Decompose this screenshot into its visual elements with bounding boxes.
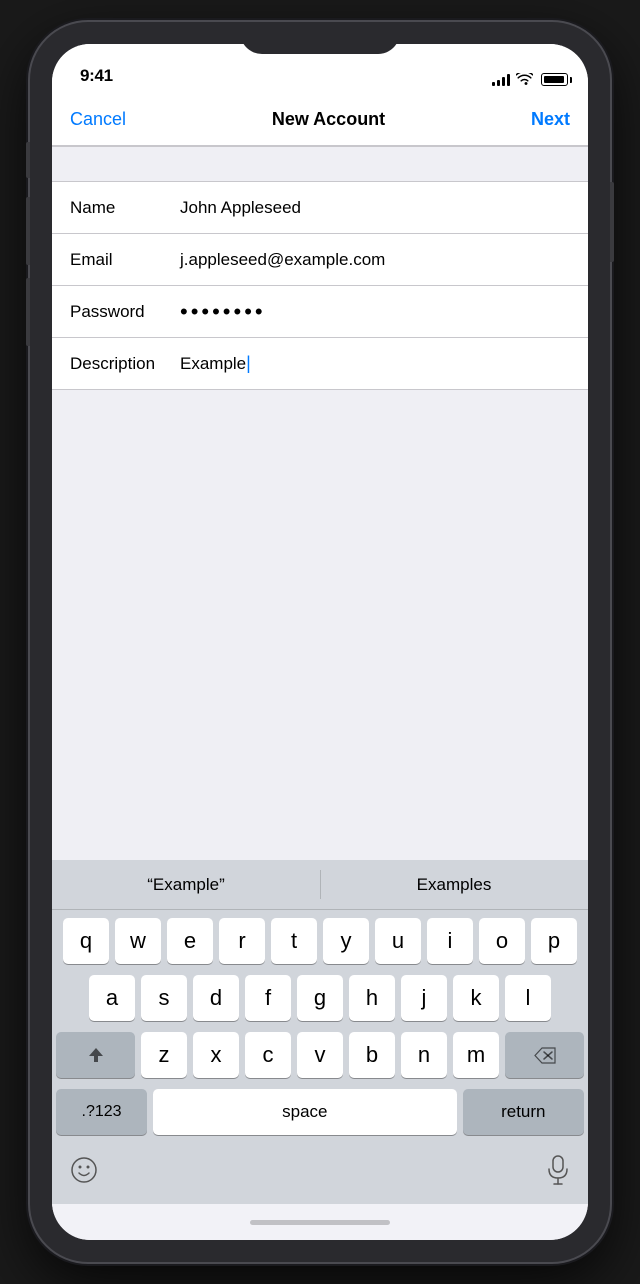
description-value[interactable]: Example [180, 353, 570, 374]
power-button [610, 182, 614, 262]
numbers-key[interactable]: .?123 [56, 1089, 147, 1135]
key-d[interactable]: d [193, 975, 239, 1021]
key-row-4: .?123 space return [56, 1089, 584, 1135]
key-h[interactable]: h [349, 975, 395, 1021]
form-section: Name John Appleseed Email j.appleseed@ex… [52, 182, 588, 390]
key-q[interactable]: q [63, 918, 109, 964]
key-row-3: z x c v b n m [56, 1032, 584, 1078]
space-key[interactable]: space [153, 1089, 457, 1135]
email-value[interactable]: j.appleseed@example.com [180, 250, 570, 270]
key-p[interactable]: p [531, 918, 577, 964]
email-label: Email [70, 250, 180, 270]
nav-bar: Cancel New Account Next [52, 94, 588, 146]
key-i[interactable]: i [427, 918, 473, 964]
password-label: Password [70, 302, 180, 322]
key-w[interactable]: w [115, 918, 161, 964]
key-a[interactable]: a [89, 975, 135, 1021]
key-e[interactable]: e [167, 918, 213, 964]
volume-down-button [26, 278, 30, 346]
key-o[interactable]: o [479, 918, 525, 964]
password-field-row[interactable]: Password •••••••• [52, 286, 588, 338]
emoji-button[interactable] [70, 1156, 98, 1189]
key-j[interactable]: j [401, 975, 447, 1021]
key-f[interactable]: f [245, 975, 291, 1021]
return-key[interactable]: return [463, 1089, 584, 1135]
next-button[interactable]: Next [531, 109, 570, 130]
name-field-row[interactable]: Name John Appleseed [52, 182, 588, 234]
password-value[interactable]: •••••••• [180, 299, 570, 325]
key-g[interactable]: g [297, 975, 343, 1021]
name-label: Name [70, 198, 180, 218]
nav-title: New Account [272, 109, 385, 130]
key-y[interactable]: y [323, 918, 369, 964]
keyboard-container: “Example” Examples q w e r t y [52, 860, 588, 1204]
silent-switch [26, 142, 30, 178]
key-z[interactable]: z [141, 1032, 187, 1078]
key-m[interactable]: m [453, 1032, 499, 1078]
battery-icon [541, 73, 568, 86]
description-label: Description [70, 354, 180, 374]
microphone-button[interactable] [546, 1155, 570, 1190]
key-r[interactable]: r [219, 918, 265, 964]
keyboard: q w e r t y u i o p a s [52, 910, 588, 1150]
phone-screen: 9:41 [52, 44, 588, 1240]
key-n[interactable]: n [401, 1032, 447, 1078]
key-row-1: q w e r t y u i o p [56, 918, 584, 964]
key-c[interactable]: c [245, 1032, 291, 1078]
home-bar [250, 1220, 390, 1225]
key-v[interactable]: v [297, 1032, 343, 1078]
wifi-icon [516, 73, 533, 86]
volume-up-button [26, 197, 30, 265]
backspace-key[interactable] [505, 1032, 584, 1078]
autocomplete-item-0[interactable]: “Example” [52, 860, 320, 909]
empty-space [52, 390, 588, 860]
autocomplete-item-1[interactable]: Examples [320, 860, 588, 909]
key-u[interactable]: u [375, 918, 421, 964]
key-row-2: a s d f g h j k l [56, 975, 584, 1021]
key-t[interactable]: t [271, 918, 317, 964]
status-icons [492, 73, 568, 86]
name-value[interactable]: John Appleseed [180, 198, 570, 218]
form-separator [52, 146, 588, 182]
key-b[interactable]: b [349, 1032, 395, 1078]
key-x[interactable]: x [193, 1032, 239, 1078]
home-indicator [52, 1204, 588, 1240]
phone-frame: 9:41 [30, 22, 610, 1262]
email-field-row[interactable]: Email j.appleseed@example.com [52, 234, 588, 286]
key-l[interactable]: l [505, 975, 551, 1021]
cancel-button[interactable]: Cancel [70, 109, 126, 130]
autocomplete-bar: “Example” Examples [52, 860, 588, 910]
keyboard-bottom-bar [52, 1150, 588, 1204]
description-field-row[interactable]: Description Example [52, 338, 588, 390]
notch [240, 22, 400, 54]
key-k[interactable]: k [453, 975, 499, 1021]
key-s[interactable]: s [141, 975, 187, 1021]
signal-icon [492, 73, 510, 86]
status-time: 9:41 [80, 66, 113, 86]
shift-key[interactable] [56, 1032, 135, 1078]
